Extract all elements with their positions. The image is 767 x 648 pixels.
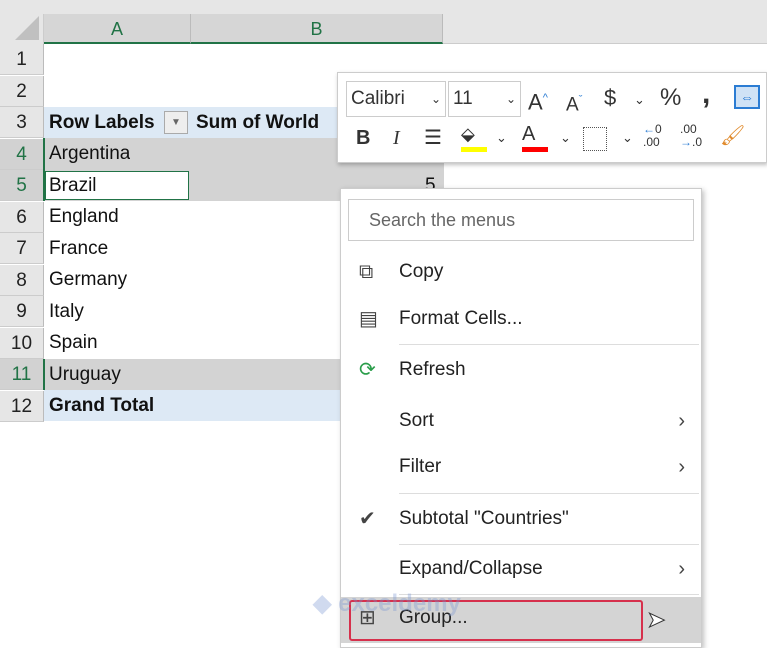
format-cells-icon: ▤ <box>359 308 378 330</box>
row-header[interactable]: 4 <box>0 138 44 170</box>
font-size-box[interactable]: 11 ⌄ <box>448 81 521 117</box>
top-bar <box>0 0 767 14</box>
chevron-down-icon: ⌄ <box>430 92 441 106</box>
decrease-font-icon[interactable]: Aˇ <box>566 87 582 118</box>
menu-item-label: Refresh <box>399 359 466 380</box>
column-header-a[interactable]: A <box>44 14 191 44</box>
menu-item-sort[interactable]: Sort › <box>341 400 701 442</box>
menu-item-label: Subtotal "Countries" <box>399 508 569 529</box>
align-center-icon[interactable]: ☰ <box>424 125 442 151</box>
menu-item-subtotal[interactable]: ✔ Subtotal "Countries" <box>341 498 701 540</box>
row-header[interactable]: 10 <box>0 327 44 359</box>
copy-icon: ⧉ <box>359 261 374 283</box>
pivot-item[interactable]: Uruguay <box>44 359 121 390</box>
row-labels-header: Row Labels <box>49 112 155 133</box>
search-menus-input[interactable]: Search the menus <box>348 199 694 241</box>
merge-center-icon[interactable]: ⇔ <box>734 85 760 109</box>
chevron-down-icon[interactable]: ⌄ <box>634 87 645 113</box>
column-header-b[interactable]: B <box>191 14 443 44</box>
chevron-down-icon[interactable]: ⌄ <box>622 125 633 151</box>
menu-item-copy[interactable]: ⧉ Copy <box>341 251 701 293</box>
row-header[interactable]: 3 <box>0 107 44 138</box>
italic-icon[interactable]: I <box>393 125 400 151</box>
menu-item-format-cells[interactable]: ▤ Format Cells... <box>341 298 701 340</box>
mini-toolbar: Calibri ⌄ 11 ⌄ A^ Aˇ $ ⌄ % , ⇔ B I ☰ ⬙ ⌄ A… <box>337 72 767 163</box>
font-name: Calibri <box>351 88 405 109</box>
row-header[interactable]: 11 <box>0 359 44 390</box>
menu-item-label: Sort <box>399 410 434 431</box>
menu-item-refresh[interactable]: ⟳ Refresh <box>341 349 701 391</box>
row-header[interactable]: 2 <box>0 75 44 107</box>
fill-color-icon[interactable]: ⬙ <box>461 121 487 152</box>
row-header[interactable]: 12 <box>0 390 44 422</box>
filter-dropdown-icon[interactable]: ▼ <box>164 111 188 134</box>
percent-icon[interactable]: % <box>660 85 681 111</box>
currency-icon[interactable]: $ <box>604 85 616 111</box>
context-menu: Search the menus ⧉ Copy ▤ Format Cells... … <box>313 188 702 648</box>
menu-separator <box>399 344 699 345</box>
chevron-down-icon: ⌄ <box>505 92 516 106</box>
menu-item-filter[interactable]: Filter › <box>341 446 701 488</box>
chevron-right-icon: › <box>678 456 685 478</box>
pivot-item[interactable]: Germany <box>44 264 127 295</box>
pivot-item[interactable]: England <box>44 201 119 232</box>
pivot-item[interactable]: Argentina <box>44 138 130 169</box>
column-header-blank <box>443 14 767 44</box>
row-header[interactable]: 8 <box>0 264 44 296</box>
menu-item-label: Format Cells... <box>399 308 523 329</box>
pivot-item[interactable]: Italy <box>44 296 84 327</box>
increase-font-icon[interactable]: A^ <box>528 85 548 115</box>
pivot-item[interactable]: France <box>44 233 108 264</box>
decrease-decimal-icon[interactable]: .00 →.0 <box>680 123 702 149</box>
chevron-right-icon: › <box>678 558 685 580</box>
font-name-box[interactable]: Calibri ⌄ <box>346 81 446 117</box>
row-header[interactable]: 7 <box>0 233 44 264</box>
menu-separator <box>399 493 699 494</box>
menu-item-label: Filter <box>399 456 442 477</box>
row-header[interactable]: 5 <box>0 170 44 201</box>
menu-item-expand-collapse[interactable]: Expand/Collapse › <box>341 548 701 590</box>
font-size: 11 <box>453 88 473 109</box>
bold-icon[interactable]: B <box>356 125 370 151</box>
refresh-icon: ⟳ <box>359 359 376 381</box>
pivot-item[interactable]: Brazil <box>44 170 97 201</box>
menu-item-label: Expand/Collapse <box>399 558 543 579</box>
menu-item-label: Copy <box>399 261 444 282</box>
watermark-logo: ◆ exceldemy <box>313 590 461 617</box>
row-header[interactable]: 1 <box>0 44 44 75</box>
row-header[interactable]: 6 <box>0 201 44 233</box>
row-header[interactable]: 9 <box>0 296 44 327</box>
borders-icon[interactable] <box>583 127 607 151</box>
checkmark-icon: ✔ <box>359 508 376 530</box>
comma-style-icon[interactable]: , <box>702 79 710 109</box>
pivot-item[interactable]: Spain <box>44 327 98 358</box>
format-painter-icon[interactable]: 🖌 <box>720 123 745 149</box>
font-color-icon[interactable]: A <box>522 121 548 152</box>
select-all-button[interactable] <box>0 14 44 44</box>
chevron-down-icon[interactable]: ⌄ <box>496 125 507 151</box>
grand-total-label: Grand Total <box>49 395 155 416</box>
menu-separator <box>399 544 699 545</box>
mouse-cursor-icon: ➤ <box>646 607 666 633</box>
increase-decimal-icon[interactable]: ←0.00 <box>643 123 662 149</box>
chevron-right-icon: › <box>678 410 685 432</box>
value-header: Sum of World <box>196 112 320 133</box>
chevron-down-icon[interactable]: ⌄ <box>560 125 571 151</box>
